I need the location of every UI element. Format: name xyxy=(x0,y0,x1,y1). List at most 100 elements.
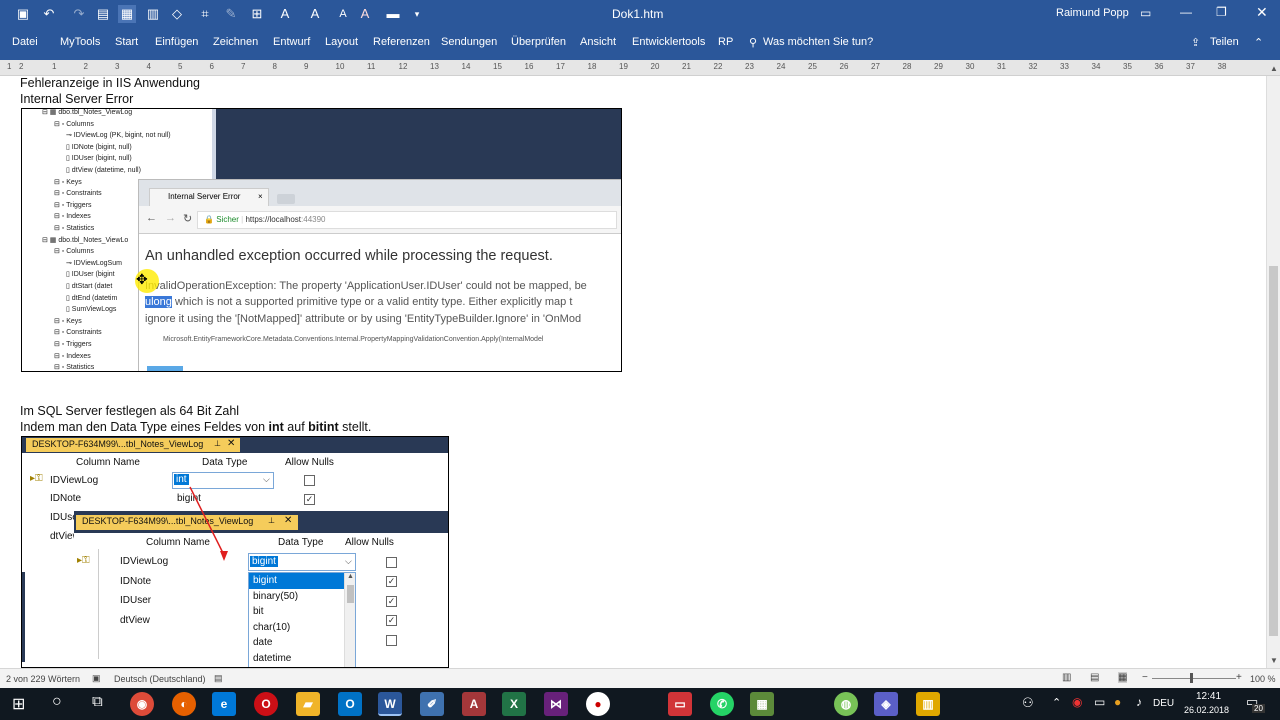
read-mode-icon[interactable]: ▥ xyxy=(1062,672,1071,683)
dropdown-option[interactable]: datetime xyxy=(249,651,345,667)
zoom-out-icon[interactable]: − xyxy=(1142,672,1148,683)
chrome-icon[interactable]: ◉ xyxy=(130,692,154,716)
minimize-icon[interactable]: — xyxy=(1180,5,1192,19)
inner-allow-nulls-checkbox-3[interactable]: ✓ xyxy=(386,615,397,626)
language-status[interactable]: Deutsch (Deutschland) xyxy=(114,674,206,684)
whatsapp-icon[interactable]: ✆ xyxy=(710,692,734,716)
edge-icon[interactable]: e xyxy=(212,692,236,716)
font-color-icon[interactable]: A xyxy=(356,5,374,23)
row-name-1[interactable]: IDNote xyxy=(50,493,81,504)
tree-node[interactable]: ⊸ IDViewLogSum xyxy=(66,259,122,267)
browser-tab[interactable]: Internal Server Error × xyxy=(149,188,269,206)
chevron-down-icon[interactable]: ⌵ xyxy=(345,556,352,567)
file-explorer-icon[interactable]: ▰ xyxy=(296,692,320,716)
tree-node[interactable]: ⊟ ▫ Statistics xyxy=(54,224,94,232)
scroll-down-icon[interactable]: ▼ xyxy=(1270,656,1278,665)
scroll-up-icon[interactable]: ▲ xyxy=(1270,64,1278,73)
input-language[interactable]: DEU xyxy=(1153,698,1174,709)
zoom-level[interactable]: 100 % xyxy=(1250,674,1276,684)
dropdown-option[interactable]: binary(50) xyxy=(249,589,345,605)
dropdown-scrollbar[interactable]: ▲ xyxy=(344,573,355,667)
app-icon[interactable]: ▭ xyxy=(668,692,692,716)
clock-date[interactable]: 26.02.2018 xyxy=(1184,705,1229,715)
share-button[interactable]: Teilen xyxy=(1210,36,1239,48)
tab-layout[interactable]: Layout xyxy=(325,36,358,48)
inner-row-name-3[interactable]: dtView xyxy=(120,615,150,626)
cortana-icon[interactable]: ○ xyxy=(52,693,62,711)
stack-tab-button[interactable] xyxy=(147,366,183,371)
user-name[interactable]: Raimund Popp xyxy=(1056,7,1129,19)
tab-start[interactable]: Start xyxy=(115,36,138,48)
tree-node[interactable]: ▯ IDUser (bigint, null) xyxy=(66,154,132,162)
tree-node[interactable]: ⊟ ▦ dbo.tbl_Notes_ViewLog xyxy=(42,109,132,116)
tree-node[interactable]: ⊟ ▫ Indexes xyxy=(54,212,91,220)
tree-node[interactable]: ⊟ ▫ Columns xyxy=(54,120,94,128)
network-icon[interactable]: ▭ xyxy=(1094,695,1105,709)
tree-node[interactable]: ▯ SumViewLogs xyxy=(66,305,116,313)
scroll-thumb[interactable] xyxy=(347,585,354,603)
allow-nulls-checkbox-1[interactable]: ✓ xyxy=(304,494,315,505)
tab-sendungen[interactable]: Sendungen xyxy=(441,36,497,48)
vertical-scrollbar[interactable]: ▲ ▼ xyxy=(1266,64,1280,668)
tree-node[interactable]: ▯ dtView (datetime, null) xyxy=(66,166,141,174)
new-tab-button[interactable] xyxy=(277,194,295,204)
tree-node[interactable]: ⊸ IDViewLog (PK, bigint, not null) xyxy=(66,131,171,139)
macro-icon[interactable]: ▤ xyxy=(214,673,223,684)
tree-node[interactable]: ▯ dtEnd (datetim xyxy=(66,294,117,302)
tree-node[interactable]: ⊟ ▫ Constraints xyxy=(54,328,102,336)
tab-rp[interactable]: RP xyxy=(718,36,733,48)
dropdown-option[interactable]: char(10) xyxy=(249,620,345,636)
inner-allow-nulls-checkbox-1[interactable]: ✓ xyxy=(386,576,397,587)
tree-node[interactable]: ⊟ ▦ dbo.tbl_Notes_ViewLo xyxy=(42,236,128,244)
database-icon[interactable]: ▥ xyxy=(916,692,940,716)
android-icon[interactable]: ◍ xyxy=(834,692,858,716)
pen-icon[interactable]: ✎ xyxy=(222,5,240,23)
inner-row-name-1[interactable]: IDNote xyxy=(120,576,151,587)
redo-icon[interactable]: ↷ xyxy=(70,5,88,23)
tab-close-icon[interactable]: ✕ xyxy=(284,515,292,526)
inner-row-name-2[interactable]: IDUser xyxy=(120,595,151,606)
tool-icon[interactable]: ◈ xyxy=(874,692,898,716)
chevron-down-icon[interactable]: ⌵ xyxy=(263,474,270,485)
scroll-up-icon[interactable]: ▲ xyxy=(347,573,354,580)
tray-app-icon[interactable]: ● xyxy=(1114,695,1121,709)
web-layout-icon[interactable]: ▦ xyxy=(1118,672,1128,683)
dropdown-option[interactable]: bit xyxy=(249,604,345,620)
record-icon[interactable]: ● xyxy=(586,692,610,716)
tab-referenzen[interactable]: Referenzen xyxy=(373,36,430,48)
tab-mytools[interactable]: MyTools xyxy=(60,36,100,48)
maximize-icon[interactable]: ❐ xyxy=(1216,5,1227,19)
font-shrink-icon[interactable]: A xyxy=(276,5,294,23)
tab-ansicht[interactable]: Ansicht xyxy=(580,36,616,48)
access-icon[interactable]: A xyxy=(462,692,486,716)
project-icon[interactable]: ▦ xyxy=(750,692,774,716)
tell-me-search[interactable]: Was möchten Sie tun? xyxy=(763,36,873,48)
forward-icon[interactable]: → xyxy=(165,212,176,224)
shapes-icon[interactable]: ◇ xyxy=(168,5,186,23)
visual-studio-icon[interactable]: ⋈ xyxy=(544,692,568,716)
opera-icon[interactable]: O xyxy=(254,692,278,716)
view-icon[interactable]: ▦ xyxy=(118,5,136,23)
outlook-icon[interactable]: O xyxy=(338,692,362,716)
ssms-document-tab[interactable]: DESKTOP-F634M99\...tbl_Notes_ViewLog ⊥ ✕ xyxy=(26,438,240,452)
scroll-thumb[interactable] xyxy=(1269,266,1278,636)
word-icon[interactable]: W xyxy=(378,692,402,716)
tab-zeichnen[interactable]: Zeichnen xyxy=(213,36,258,48)
inner-allow-nulls-checkbox-0[interactable] xyxy=(386,557,397,568)
collapse-ribbon-icon[interactable]: ⌃ xyxy=(1254,36,1263,49)
tree-node[interactable]: ▯ dtStart (datet xyxy=(66,282,112,290)
tray-expand-icon[interactable]: ⌃ xyxy=(1052,696,1061,709)
table-draw-icon[interactable]: ⌗ xyxy=(196,5,214,23)
volume-icon[interactable]: ♪ xyxy=(1136,695,1142,709)
firefox-icon[interactable]: ◐ xyxy=(172,692,196,716)
paint-icon[interactable]: ✐ xyxy=(420,692,444,716)
save-icon[interactable]: ▣ xyxy=(14,5,32,23)
layout-icon[interactable]: ▥ xyxy=(144,5,162,23)
tree-node[interactable]: ⊟ ▫ Constraints xyxy=(54,189,102,197)
tree-node[interactable]: ⊟ ▫ Triggers xyxy=(54,340,92,348)
clock-time[interactable]: 12:41 xyxy=(1196,691,1221,702)
inner-allow-nulls-checkbox-4[interactable] xyxy=(386,635,397,646)
people-icon[interactable]: ⚇ xyxy=(1022,695,1034,711)
inner-allow-nulls-checkbox-2[interactable]: ✓ xyxy=(386,596,397,607)
table-icon[interactable]: ⊞ xyxy=(248,5,266,23)
